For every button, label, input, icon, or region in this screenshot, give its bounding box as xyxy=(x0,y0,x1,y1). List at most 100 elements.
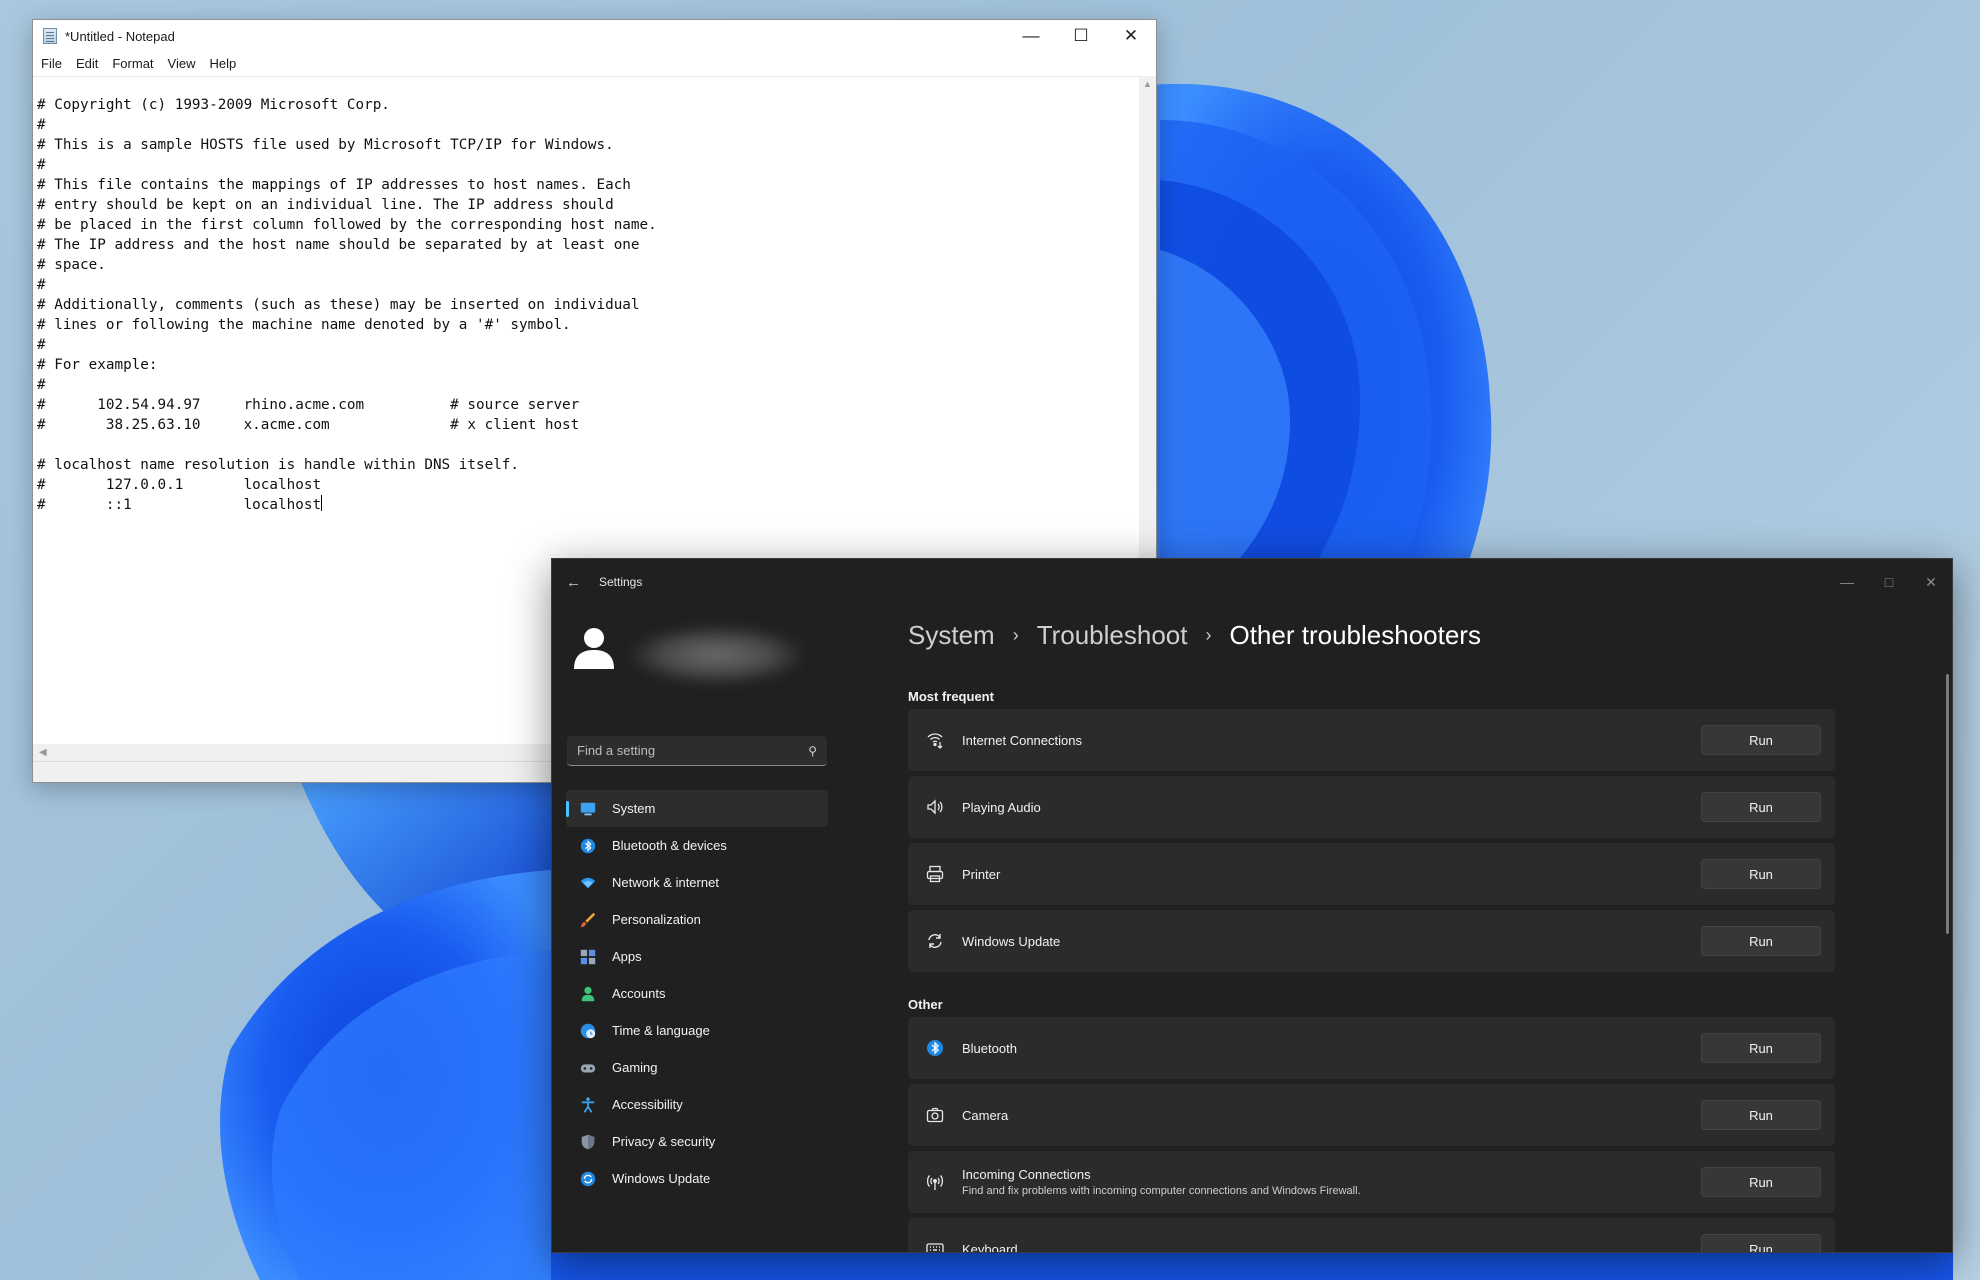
text-line: # xyxy=(37,117,46,133)
troubleshooter-title: Camera xyxy=(962,1107,1009,1123)
notepad-titlebar[interactable]: *Untitled - Notepad — ☐ ✕ xyxy=(33,20,1156,52)
bluetooth-icon xyxy=(578,836,598,856)
text-line: # lines or following the machine name de… xyxy=(37,317,571,333)
troubleshooter-card: Incoming Connections Find and fix problem… xyxy=(908,1151,1835,1213)
run-button[interactable]: Run xyxy=(1701,926,1821,956)
back-arrow-icon[interactable]: ← xyxy=(566,574,581,591)
run-button[interactable]: Run xyxy=(1701,1234,1821,1252)
run-button[interactable]: Run xyxy=(1701,1167,1821,1197)
scroll-left-icon[interactable]: ◀ xyxy=(39,747,47,758)
text-line: # 127.0.0.1 localhost xyxy=(37,477,322,493)
update-icon xyxy=(578,1169,598,1189)
run-button[interactable]: Run xyxy=(1701,1033,1821,1063)
breadcrumb-troubleshoot[interactable]: Troubleshoot xyxy=(1037,620,1188,651)
accessibility-icon xyxy=(578,1095,598,1115)
brush-icon xyxy=(578,910,598,930)
sidebar-item-personalization[interactable]: Personalization xyxy=(566,901,828,938)
chevron-right-icon: › xyxy=(1205,624,1212,645)
run-button[interactable]: Run xyxy=(1701,1100,1821,1130)
menu-edit[interactable]: Edit xyxy=(76,56,98,71)
avatar xyxy=(574,628,614,669)
text-line: # This is a sample HOSTS file used by Mi… xyxy=(37,137,614,153)
menu-file[interactable]: File xyxy=(41,56,62,71)
sidebar-item-time-language[interactable]: Time & language xyxy=(566,1012,828,1049)
sidebar-item-accounts[interactable]: Accounts xyxy=(566,975,828,1012)
sidebar-item-gaming[interactable]: Gaming xyxy=(566,1049,828,1086)
search-input[interactable] xyxy=(577,743,809,758)
profile-name-blurred xyxy=(632,627,802,683)
troubleshooter-card: Bluetooth Run xyxy=(908,1017,1835,1079)
section-label: Other xyxy=(908,997,943,1012)
text-line: # xyxy=(37,157,46,173)
refresh-icon xyxy=(924,930,946,952)
menu-help[interactable]: Help xyxy=(209,56,236,71)
troubleshooter-title: Windows Update xyxy=(962,933,1061,949)
run-button[interactable]: Run xyxy=(1701,859,1821,889)
text-line: # The IP address and the host name shoul… xyxy=(37,237,640,253)
maximize-button[interactable]: □ xyxy=(1868,559,1910,605)
settings-window: ← Settings — □ ✕ ⚲ System Bluetooth & dev… xyxy=(551,558,1953,1253)
troubleshooter-title: Keyboard xyxy=(962,1241,1018,1253)
section-label: Most frequent xyxy=(908,689,994,704)
troubleshooter-title: Incoming Connections xyxy=(962,1167,1091,1182)
sidebar-item-windows-update[interactable]: Windows Update xyxy=(566,1160,828,1197)
scroll-up-icon[interactable]: ▲ xyxy=(1139,76,1156,93)
text-line: # localhost name resolution is handle wi… xyxy=(37,457,520,473)
sidebar-item-system[interactable]: System xyxy=(566,790,828,827)
globe-clock-icon xyxy=(578,1021,598,1041)
troubleshooter-card: Playing Audio Run xyxy=(908,776,1835,838)
apps-icon xyxy=(578,947,598,967)
sidebar-item-bluetooth-devices[interactable]: Bluetooth & devices xyxy=(566,827,828,864)
settings-title: Settings xyxy=(599,575,643,589)
sidebar-item-label: Bluetooth & devices xyxy=(612,838,727,853)
sidebar-item-label: Gaming xyxy=(612,1060,658,1075)
internet-icon xyxy=(924,729,946,751)
text-line: # Copyright (c) 1993-2009 Microsoft Corp… xyxy=(37,97,390,113)
run-button[interactable]: Run xyxy=(1701,725,1821,755)
bluetooth-icon xyxy=(924,1037,946,1059)
run-button[interactable]: Run xyxy=(1701,792,1821,822)
close-button[interactable]: ✕ xyxy=(1106,20,1156,52)
maximize-button[interactable]: ☐ xyxy=(1056,20,1106,52)
profile[interactable] xyxy=(568,621,828,683)
shield-icon xyxy=(578,1132,598,1152)
text-line: # xyxy=(37,277,46,293)
notepad-icon xyxy=(43,28,57,44)
search-box[interactable]: ⚲ xyxy=(567,736,827,766)
sidebar-item-privacy-security[interactable]: Privacy & security xyxy=(566,1123,828,1160)
printer-icon xyxy=(924,863,946,885)
settings-scrollbar[interactable] xyxy=(1946,674,1949,934)
antenna-icon xyxy=(924,1171,946,1193)
text-line: # xyxy=(37,337,46,353)
menu-format[interactable]: Format xyxy=(112,56,153,71)
settings-titlebar[interactable]: ← Settings — □ ✕ xyxy=(552,559,1952,605)
text-line: # Additionally, comments (such as these)… xyxy=(37,297,640,313)
camera-icon xyxy=(924,1104,946,1126)
sidebar-item-label: Accounts xyxy=(612,986,666,1001)
sidebar-item-accessibility[interactable]: Accessibility xyxy=(566,1086,828,1123)
sidebar-nav: System Bluetooth & devices Network & inter… xyxy=(566,790,828,1197)
sidebar-item-network-internet[interactable]: Network & internet xyxy=(566,864,828,901)
minimize-button[interactable]: — xyxy=(1826,559,1868,605)
menu-view[interactable]: View xyxy=(168,56,196,71)
notepad-title: *Untitled - Notepad xyxy=(65,28,175,44)
gamepad-icon xyxy=(578,1058,598,1078)
wifi-icon xyxy=(578,873,598,893)
text-line: # For example: xyxy=(37,357,158,373)
text-line: # entry should be kept on an individual … xyxy=(37,197,614,213)
minimize-button[interactable]: — xyxy=(1006,20,1056,52)
settings-sidebar: ⚲ System Bluetooth & devices Network & int… xyxy=(552,605,842,1252)
troubleshooter-title: Playing Audio xyxy=(962,799,1041,815)
troubleshooter-card: Keyboard Run xyxy=(908,1218,1835,1253)
sidebar-item-apps[interactable]: Apps xyxy=(566,938,828,975)
close-button[interactable]: ✕ xyxy=(1910,559,1952,605)
text-line: # 38.25.63.10 x.acme.com # x client host xyxy=(37,417,580,433)
troubleshooter-card: Internet Connections Run xyxy=(908,709,1835,771)
troubleshooter-description: Find and fix problems with incoming comp… xyxy=(962,1185,1361,1197)
notepad-menubar: File Edit Format View Help xyxy=(33,52,1156,74)
text-line: # ::1 localhost xyxy=(37,495,323,513)
breadcrumb-system[interactable]: System xyxy=(908,620,995,651)
search-icon[interactable]: ⚲ xyxy=(808,744,817,758)
chevron-right-icon: › xyxy=(1012,624,1019,645)
text-line: # This file contains the mappings of IP … xyxy=(37,177,631,193)
